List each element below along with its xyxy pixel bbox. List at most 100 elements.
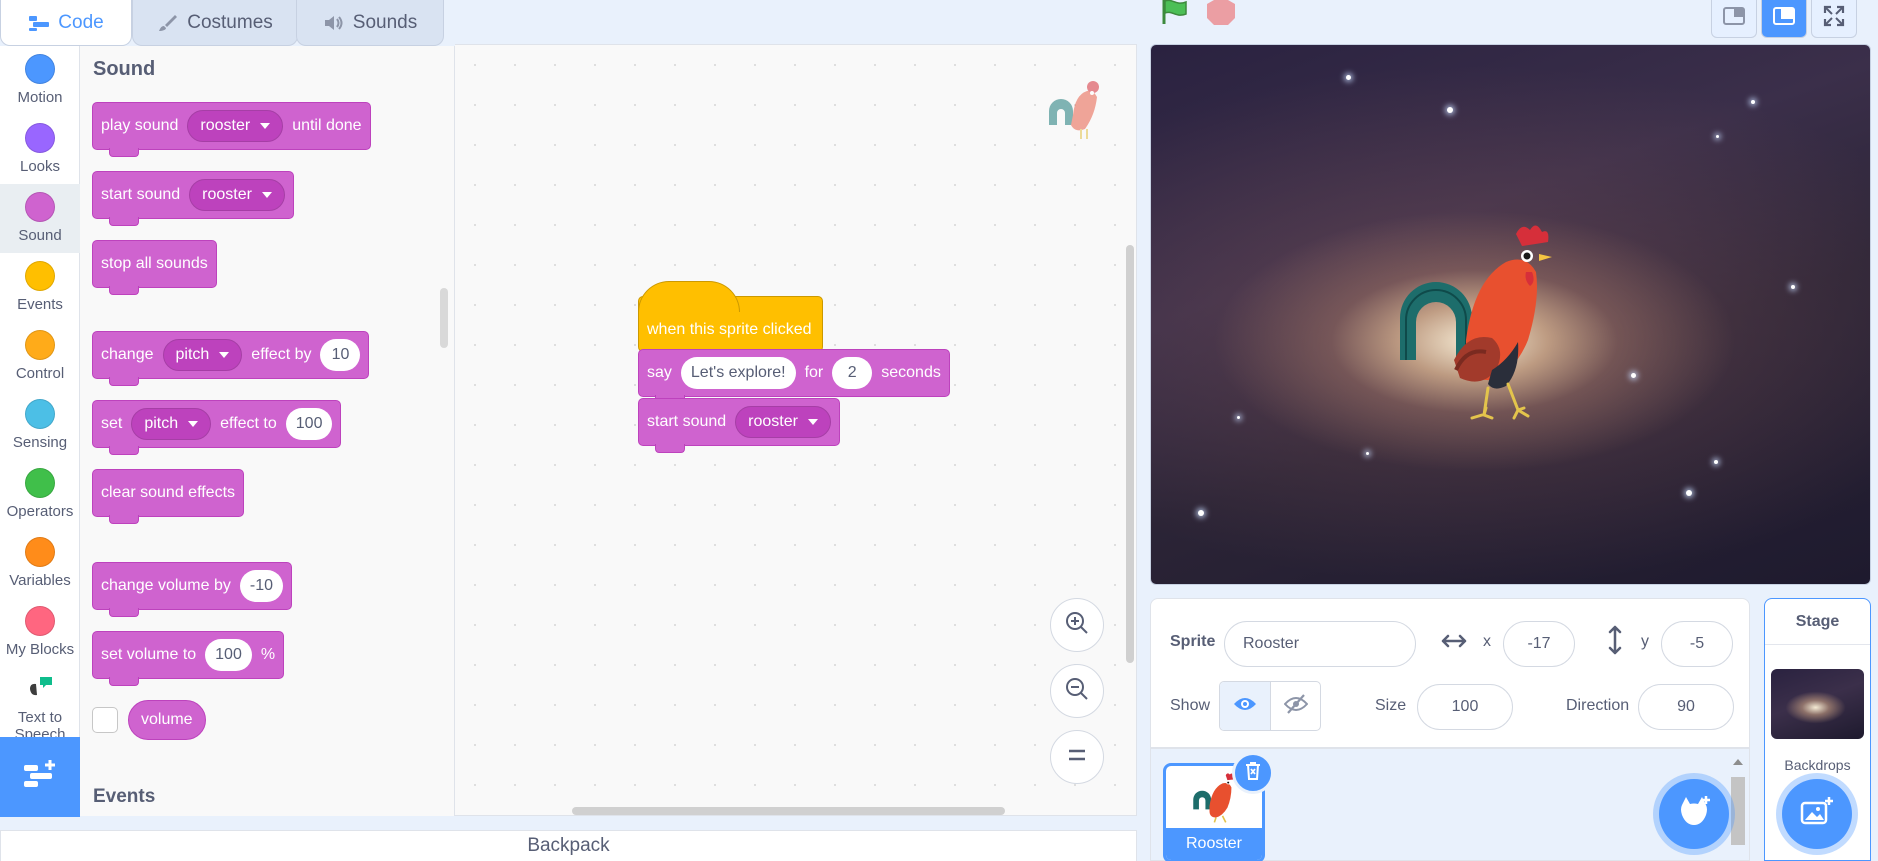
zoom-in-button[interactable] <box>1050 598 1104 652</box>
fullscreen-button[interactable] <box>1811 0 1857 38</box>
seconds-input[interactable]: 2 <box>832 357 873 389</box>
sound-dropdown[interactable]: rooster <box>189 179 285 211</box>
add-extension-button[interactable] <box>0 737 80 817</box>
star-decoration <box>1716 135 1719 138</box>
code-icon <box>28 14 50 32</box>
block-text: until done <box>292 117 362 134</box>
category-operators[interactable]: Operators <box>0 460 80 529</box>
say-for-seconds-block[interactable]: say Let's explore! for 2 seconds <box>638 349 950 404</box>
start-sound-block[interactable]: start sound rooster <box>92 171 294 226</box>
choose-backdrop-button[interactable] <box>1782 779 1852 849</box>
set-volume-block[interactable]: set volume to 100 % <box>92 631 285 686</box>
block-text: stop all sounds <box>101 255 208 272</box>
backdrop-thumbnail[interactable] <box>1771 669 1864 739</box>
script-vertical-scrollbar[interactable] <box>1126 245 1134 663</box>
category-control[interactable]: Control <box>0 322 80 391</box>
volume-monitor-checkbox[interactable] <box>92 707 118 733</box>
editor-tabs: Code Costumes Sounds <box>0 0 450 46</box>
add-extension-icon <box>22 759 58 796</box>
tab-code[interactable]: Code <box>0 0 132 46</box>
rooster-sprite[interactable] <box>1396 220 1576 435</box>
palette-scrollbar[interactable] <box>440 288 448 348</box>
number-input[interactable]: 10 <box>320 339 361 371</box>
sprite-name-input[interactable]: Rooster <box>1224 621 1416 667</box>
tab-sounds-label: Sounds <box>352 11 418 33</box>
size-input[interactable]: 100 <box>1417 684 1513 730</box>
image-add-icon <box>1799 796 1835 833</box>
show-button[interactable] <box>1220 682 1270 730</box>
tab-code-label: Code <box>58 11 104 33</box>
direction-label: Direction <box>1566 697 1630 714</box>
zoom-reset-button[interactable] <box>1050 730 1104 784</box>
category-text-to-speech[interactable]: Text to Speech <box>0 667 80 737</box>
block-text: % <box>260 646 276 663</box>
small-stage-button[interactable] <box>1711 0 1757 38</box>
dropdown-value: rooster <box>202 186 252 203</box>
number-input[interactable]: 100 <box>205 639 252 671</box>
hide-button[interactable] <box>1270 682 1320 730</box>
number-input[interactable]: -10 <box>239 570 283 602</box>
sprite-list-scrollbar[interactable] <box>1731 777 1745 845</box>
block-palette: Sound play sound rooster until done star… <box>80 46 455 816</box>
sound-dropdown[interactable]: rooster <box>735 406 831 438</box>
block-text: set volume to <box>101 646 197 663</box>
category-sensing[interactable]: Sensing <box>0 391 80 460</box>
category-my-blocks[interactable]: My Blocks <box>0 598 80 667</box>
script-start-sound-block[interactable]: start sound rooster <box>638 398 840 453</box>
operators-category-dot <box>25 468 55 498</box>
x-label: x <box>1483 633 1491 650</box>
say-text-input[interactable]: Let's explore! <box>680 357 796 389</box>
script-horizontal-scrollbar[interactable] <box>572 807 1005 815</box>
category-events[interactable]: Events <box>0 253 80 322</box>
stage-panel-title: Stage <box>1765 599 1870 645</box>
scroll-up-arrow-icon[interactable] <box>1729 755 1747 769</box>
number-input[interactable]: 100 <box>285 408 333 440</box>
looks-category-dot <box>25 123 55 153</box>
sprite-label: Sprite <box>1170 633 1216 650</box>
large-stage-icon <box>1772 6 1796 31</box>
clear-sound-effects-block[interactable]: clear sound effects <box>92 469 245 524</box>
y-position-input[interactable]: -5 <box>1661 621 1733 667</box>
small-stage-icon <box>1722 6 1746 31</box>
tab-costumes-label: Costumes <box>187 11 273 33</box>
green-flag-icon[interactable] <box>1158 0 1190 31</box>
stop-icon[interactable] <box>1205 0 1237 31</box>
play-sound-until-done-block[interactable]: play sound rooster until done <box>92 102 371 157</box>
large-stage-button[interactable] <box>1761 0 1807 38</box>
stage-canvas[interactable] <box>1150 44 1871 585</box>
effect-dropdown[interactable]: pitch <box>131 408 212 440</box>
category-label: Operators <box>6 503 74 520</box>
category-variables[interactable]: Variables <box>0 529 80 598</box>
when-sprite-clicked-hat-block[interactable]: when this sprite clicked <box>638 281 823 352</box>
variables-category-dot <box>25 537 55 567</box>
equals-icon <box>1066 747 1088 768</box>
stop-all-sounds-block[interactable]: stop all sounds <box>92 240 217 295</box>
tab-sounds[interactable]: Sounds <box>296 0 444 46</box>
size-label: Size <box>1375 697 1407 714</box>
category-label: My Blocks <box>5 641 75 658</box>
tab-costumes[interactable]: Costumes <box>132 0 298 46</box>
x-position-input[interactable]: -17 <box>1503 621 1575 667</box>
sprite-tile-name: Rooster <box>1166 828 1262 860</box>
delete-sprite-button[interactable] <box>1232 752 1274 794</box>
y-label: y <box>1641 633 1649 650</box>
set-effect-block[interactable]: set pitch effect to 100 <box>92 400 342 455</box>
volume-reporter-block[interactable]: volume <box>128 700 206 740</box>
dropdown-value: pitch <box>144 415 179 432</box>
change-effect-block[interactable]: change pitch effect by 10 <box>92 331 370 386</box>
star-decoration <box>1791 285 1795 289</box>
direction-input[interactable]: 90 <box>1638 684 1734 730</box>
caret-icon <box>188 421 199 427</box>
choose-sprite-button[interactable] <box>1659 779 1729 849</box>
palette-section-title: Sound <box>93 58 156 80</box>
visibility-toggle <box>1219 681 1321 731</box>
zoom-out-button[interactable] <box>1050 664 1104 718</box>
change-volume-block[interactable]: change volume by -10 <box>92 562 292 617</box>
sound-dropdown[interactable]: rooster <box>187 110 284 142</box>
effect-dropdown[interactable]: pitch <box>162 339 243 371</box>
star-decoration <box>1751 100 1755 104</box>
category-motion[interactable]: Motion <box>0 46 80 115</box>
category-sound[interactable]: Sound <box>0 184 80 253</box>
backpack[interactable]: Backpack <box>0 830 1137 861</box>
category-looks[interactable]: Looks <box>0 115 80 184</box>
